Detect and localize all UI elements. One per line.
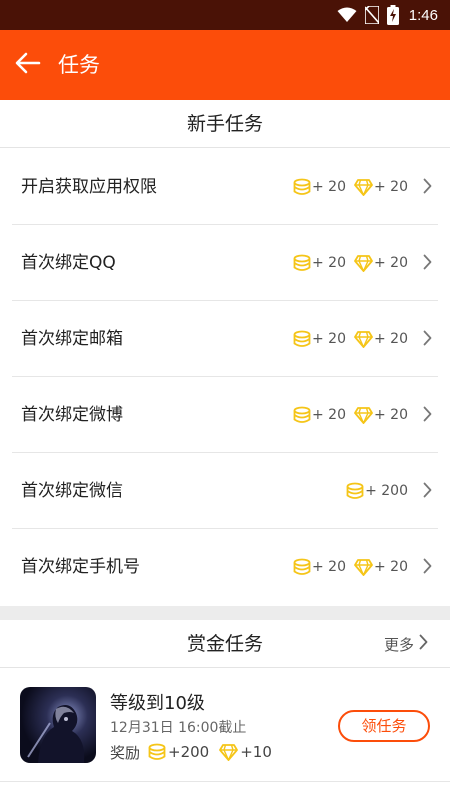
task-row-bind-weibo[interactable]: 首次绑定微博 + 20 + 20 — [0, 377, 450, 453]
task-row-bind-email[interactable]: 首次绑定邮箱 + 20 + 20 — [0, 301, 450, 377]
wifi-icon — [337, 7, 357, 23]
bounty-title: 等级到10级 — [110, 693, 205, 714]
coin-icon — [293, 178, 312, 196]
back-button[interactable] — [10, 47, 46, 83]
coin-amount: + 20 — [312, 179, 346, 195]
task-row-enable-permissions[interactable]: 开启获取应用权限 + 20 + 20 — [0, 149, 450, 225]
coin-icon — [293, 330, 312, 348]
bounty-deadline: 12月31日 16:00截止 — [110, 720, 247, 736]
diamond-amount: +10 — [240, 743, 272, 761]
task-row-bind-wechat[interactable]: 首次绑定微信 + 200 — [0, 453, 450, 529]
coin-amount: + 20 — [312, 331, 346, 347]
coin-icon — [346, 482, 365, 500]
task-label: 首次绑定手机号 — [21, 557, 140, 577]
diamond-icon — [219, 743, 240, 761]
diamond-reward: + 20 — [354, 558, 408, 576]
coin-icon — [293, 406, 312, 424]
more-link[interactable]: 更多 — [384, 620, 428, 668]
chevron-right-icon — [414, 634, 428, 654]
coin-reward: + 20 — [293, 406, 346, 424]
coin-amount: + 20 — [312, 559, 346, 575]
diamond-amount: + 20 — [374, 407, 408, 423]
bounty-rewards: 奖励 +200 +10 — [110, 741, 282, 763]
take-task-button[interactable]: 领任务 — [338, 710, 430, 742]
task-label: 首次绑定微信 — [21, 481, 123, 501]
chevron-right-icon — [423, 254, 432, 274]
coin-reward: + 20 — [293, 330, 346, 348]
diamond-icon — [354, 178, 374, 196]
coin-amount: +200 — [168, 743, 210, 761]
reward-label: 奖励 — [110, 743, 141, 762]
chevron-right-icon — [423, 178, 432, 198]
coin-icon — [293, 558, 312, 576]
diamond-reward: + 20 — [354, 406, 408, 424]
newbie-section-header: 新手任务 — [0, 100, 450, 148]
diamond-icon — [354, 254, 374, 272]
diamond-icon — [354, 558, 374, 576]
bottom-divider — [0, 781, 450, 782]
diamond-reward: + 20 — [354, 330, 408, 348]
diamond-amount: + 20 — [374, 331, 408, 347]
chevron-right-icon — [423, 406, 432, 426]
newbie-task-list: 开启获取应用权限 + 20 + 20 首次绑定QQ + 20 + 20 首次绑定… — [0, 149, 450, 605]
no-sim-icon — [364, 6, 379, 24]
diamond-icon — [354, 406, 374, 424]
status-bar: 1:46 — [0, 0, 450, 30]
battery-charging-icon — [386, 5, 399, 25]
coin-reward: + 200 — [346, 482, 408, 500]
diamond-icon — [354, 330, 374, 348]
app-bar: 任务 — [0, 30, 450, 100]
coin-reward: + 20 — [293, 254, 346, 272]
task-label: 首次绑定微博 — [21, 405, 123, 425]
diamond-amount: + 20 — [374, 559, 408, 575]
more-label: 更多 — [383, 635, 414, 654]
task-label: 首次绑定QQ — [21, 253, 116, 273]
diamond-reward: + 20 — [354, 254, 408, 272]
arrow-left-icon — [15, 52, 41, 78]
task-rewards: + 20 + 20 — [293, 225, 408, 301]
task-row-bind-phone[interactable]: 首次绑定手机号 + 20 + 20 — [0, 529, 450, 605]
coin-amount: + 200 — [365, 483, 408, 499]
diamond-amount: + 20 — [374, 255, 408, 271]
task-label: 开启获取应用权限 — [21, 177, 157, 197]
status-time: 1:46 — [408, 6, 438, 24]
task-rewards: + 20 + 20 — [293, 301, 408, 377]
chevron-right-icon — [423, 482, 432, 502]
coin-reward: + 20 — [293, 558, 346, 576]
newbie-section-title: 新手任务 — [186, 113, 263, 135]
task-label: 首次绑定邮箱 — [21, 329, 123, 349]
task-rewards: + 200 — [346, 453, 408, 529]
page-title: 任务 — [58, 53, 100, 77]
coin-amount: + 20 — [312, 255, 346, 271]
coin-amount: + 20 — [312, 407, 346, 423]
bounty-task-item[interactable]: 等级到10级 12月31日 16:00截止 奖励 +200 +10 领任务 — [0, 669, 450, 781]
task-rewards: + 20 + 20 — [293, 529, 408, 605]
bounty-section-header: 赏金任务 更多 — [0, 620, 450, 668]
status-icons: 1:46 — [337, 4, 438, 26]
chevron-right-icon — [423, 330, 432, 350]
section-divider — [0, 606, 450, 620]
coin-reward: + 20 — [293, 178, 346, 196]
chevron-right-icon — [423, 558, 432, 578]
task-row-bind-qq[interactable]: 首次绑定QQ + 20 + 20 — [0, 225, 450, 301]
task-rewards: + 20 + 20 — [293, 149, 408, 225]
diamond-reward: + 20 — [354, 178, 408, 196]
task-rewards: + 20 + 20 — [293, 377, 408, 453]
diamond-amount: + 20 — [374, 179, 408, 195]
bounty-section-title: 赏金任务 — [186, 633, 263, 655]
coin-icon — [293, 254, 312, 272]
game-thumbnail — [20, 687, 96, 763]
coin-icon — [148, 743, 168, 761]
